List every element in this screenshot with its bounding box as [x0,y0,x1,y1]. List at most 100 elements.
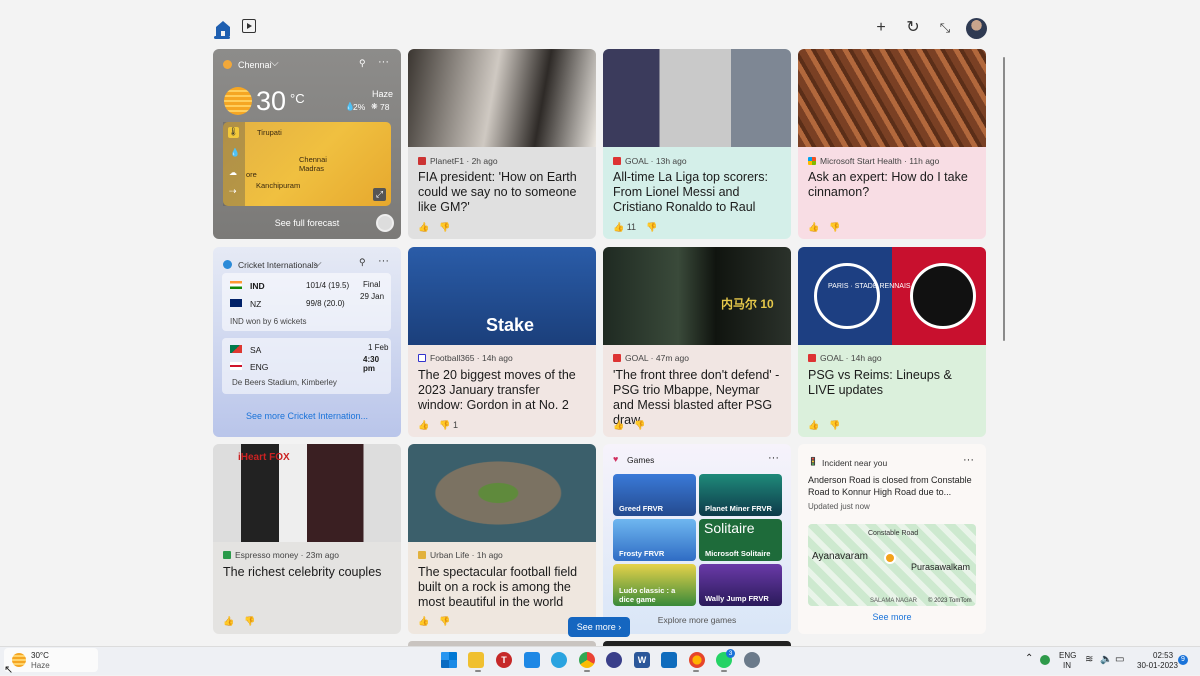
dislike-icon[interactable]: 👎 [244,616,255,627]
collapse-icon[interactable]: ⤡ [935,18,955,38]
firefox-icon[interactable] [689,652,705,668]
chevron-down-icon[interactable]: ⌵ [314,258,322,269]
news-title[interactable]: Ask an expert: How do I take cinnamon? [808,170,976,200]
news-card[interactable]: PlanetF1 · 2h ago FIA president: 'How on… [408,49,596,239]
refresh-icon[interactable]: ↻ [903,18,923,38]
dislike-icon[interactable]: 👎 [439,222,450,233]
more-options-icon[interactable]: ··· [963,454,974,466]
incident-marker-icon[interactable] [884,552,896,564]
news-card[interactable]: Stake Football365 · 14h ago The 20 bigge… [408,247,596,437]
game-tile[interactable]: Solitaire Microsoft Solitaire [699,519,782,561]
wind-icon[interactable]: ⇢ [229,186,237,197]
droplet-icon[interactable]: 💧 [230,148,240,157]
match-row[interactable]: IND 101/4 (19.5) NZ 99/8 (20.0) Final 29… [222,273,391,331]
telegram-icon[interactable] [551,652,567,668]
notification-badge[interactable]: 9 [1178,655,1188,665]
mail-icon[interactable] [661,652,677,668]
volume-icon[interactable]: 🔈 [1100,654,1112,665]
see-more-incident-link[interactable]: See more [798,612,986,622]
settings-icon[interactable] [744,652,760,668]
reactions: 👍 👎 [808,420,840,431]
see-more-button[interactable]: See more › [568,617,630,637]
news-title[interactable]: All-time La Liga top scorers: From Lione… [613,170,781,215]
dislike-icon[interactable]: 👎 [439,616,450,627]
weather-map[interactable]: 🌡 💧 ☁ ⇢ Tirupati Chennai Madras ore Kanc… [223,122,391,206]
notepad-icon[interactable] [524,652,540,668]
start-icon[interactable] [441,652,457,668]
like-icon[interactable]: 👍 [418,222,429,233]
game-tile[interactable]: Greed FRVR [613,474,696,516]
like-icon[interactable]: 👍 [808,222,819,233]
app-t-icon[interactable]: T [496,652,512,668]
thermometer-icon[interactable]: 🌡 [228,127,239,138]
like-icon[interactable]: 👍 [223,616,234,627]
cloud-icon[interactable]: ☁ [229,168,237,177]
news-title[interactable]: PSG vs Reims: Lineups & LIVE updates [808,368,976,398]
more-options-icon[interactable]: ··· [768,452,779,464]
news-title[interactable]: FIA president: 'How on Earth could we sa… [418,170,586,215]
battery-icon[interactable]: ▭ [1115,654,1124,665]
news-card[interactable]: iHeart FOX Espresso money · 23m ago The … [213,444,401,634]
language-code[interactable]: ENG [1059,651,1076,660]
news-card[interactable]: GOAL · 13h ago All-time La Liga top scor… [603,49,791,239]
more-options-icon[interactable]: ··· [378,56,389,68]
like-icon[interactable]: 👍 [418,616,429,627]
cricket-card[interactable]: Cricket Internationals ⌵ ⚲ ··· IND 101/4… [213,247,401,437]
game-tile[interactable]: Ludo classic : a dice game [613,564,696,606]
like-icon[interactable]: 👍 [418,420,429,431]
news-card[interactable]: Microsoft Start Health · 11h ago Ask an … [798,49,986,239]
news-card[interactable]: Urban Life · 1h ago The spectacular foot… [408,444,596,634]
dislike-icon[interactable]: 👎 1 [439,420,458,431]
security-icon[interactable] [1040,655,1050,665]
weather-widget-button[interactable]: 30°C Haze [4,648,98,672]
news-title[interactable]: 'The front three don't defend' - PSG tri… [613,368,781,428]
clock-date[interactable]: 30-01-2023 [1137,661,1178,670]
like-icon[interactable]: 👍 [808,420,819,431]
chevron-down-icon[interactable]: ⌵ [271,58,279,69]
like-icon[interactable]: 👍 [613,420,624,431]
weather-location[interactable]: Chennai [238,60,272,70]
dislike-icon[interactable]: 👎 [829,420,840,431]
chevron-up-icon[interactable]: ⌃ [1025,653,1033,664]
home-icon[interactable] [214,18,232,38]
haze-icon [224,87,252,115]
word-icon[interactable]: W [634,652,650,668]
dislike-icon[interactable]: 👎 [829,222,840,233]
vpn-icon[interactable] [606,652,622,668]
cricket-title[interactable]: Cricket Internationals [238,260,318,270]
game-tile[interactable]: Frosty FRVR [613,519,696,561]
wifi-icon[interactable]: ≋ [1085,654,1093,665]
video-icon[interactable] [242,19,256,33]
weather-card[interactable]: Chennai ⌵ ⚲ ··· 30 °C Haze 💧 2% ❋ 78 🌡 💧… [213,49,401,239]
plus-icon[interactable]: + [871,18,891,38]
game-tile[interactable]: Planet Miner FRVR [699,474,782,516]
match-row[interactable]: SA ENG 1 Feb 4:30 pm De Beers Stadium, K… [222,338,391,394]
file-explorer-icon[interactable] [468,652,484,668]
avatar[interactable] [966,18,987,39]
dislike-icon[interactable]: 👎 [634,420,645,431]
news-card[interactable]: 内马尔 10 GOAL · 47m ago 'The front three d… [603,247,791,437]
traffic-map[interactable]: Constable Road Ayanavaram Purasawalkam S… [808,524,976,606]
news-title[interactable]: The 20 biggest moves of the 2023 January… [418,368,586,413]
news-title[interactable]: The spectacular football field built on … [418,565,586,610]
games-card[interactable]: ♥ Games ··· Greed FRVR Planet Miner FRVR… [603,444,791,634]
expand-icon[interactable]: ⤢ [373,188,386,201]
dislike-icon[interactable]: 👎 [646,222,657,233]
incident-text[interactable]: Anderson Road is closed from Constable R… [808,474,978,498]
more-options-icon[interactable]: ··· [378,255,389,267]
clock-time[interactable]: 02:53 [1153,651,1173,660]
explore-games-link[interactable]: Explore more games [603,615,791,625]
chrome-icon[interactable] [579,652,595,668]
see-full-forecast-link[interactable]: See full forecast [213,218,401,228]
pin-icon[interactable]: ⚲ [359,58,366,69]
see-more-cricket-link[interactable]: See more Cricket Internation... [213,411,401,421]
scrollbar[interactable] [1003,57,1005,341]
match-time: 4:30 pm [363,355,380,373]
news-card[interactable]: PARIS · STADE RENNAIS GOAL · 14h ago PSG… [798,247,986,437]
region-code[interactable]: IN [1063,661,1071,670]
like-icon[interactable]: 👍 11 [613,222,636,233]
pin-icon[interactable]: ⚲ [359,257,366,268]
news-title[interactable]: The richest celebrity couples [223,565,391,580]
incident-card[interactable]: 🚦 Incident near you ··· Anderson Road is… [798,444,986,634]
game-tile[interactable]: Wally Jump FRVR [699,564,782,606]
